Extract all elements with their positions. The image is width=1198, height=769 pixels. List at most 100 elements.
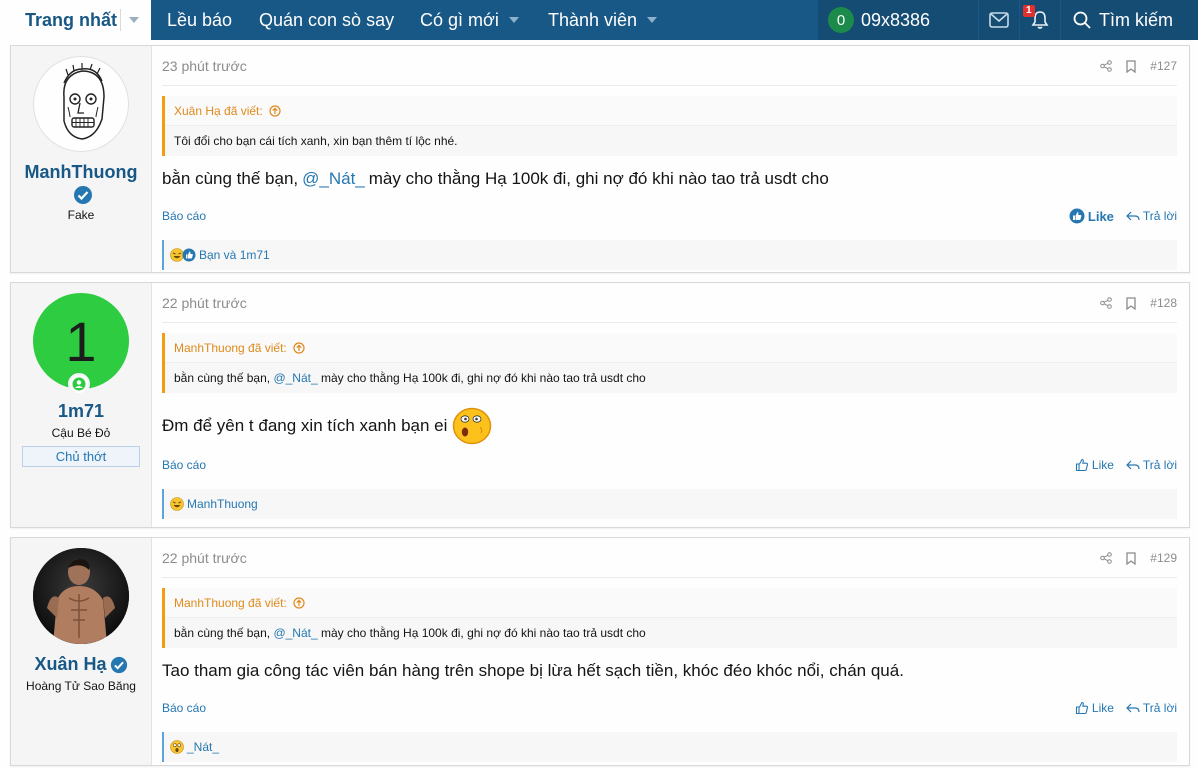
online-status-icon xyxy=(68,373,90,395)
username-link[interactable]: Xuân Hạ xyxy=(34,654,127,675)
alerts-button[interactable]: 1 xyxy=(1020,0,1060,40)
quote-text: Tôi đổi cho bạn cái tích xanh, xin bạn t… xyxy=(174,134,458,148)
profile-photo-image xyxy=(33,548,129,644)
like-label: Like xyxy=(1091,701,1114,715)
post-number[interactable]: #129 xyxy=(1150,551,1177,565)
message-text: Đm để yên t đang xin tích xanh bạn ei xyxy=(162,416,448,435)
report-link[interactable]: Báo cáo xyxy=(162,458,206,472)
nav-item-label: Lều báo xyxy=(167,9,233,30)
post-header-tools: #127 xyxy=(1100,46,1177,86)
post-timestamp[interactable]: 22 phút trước xyxy=(162,550,247,566)
post-user-panel: ManhThuong Fake xyxy=(11,46,152,272)
nav-home-tab[interactable]: Trang nhất xyxy=(0,0,151,40)
account-menu[interactable]: 0 09x8386 xyxy=(818,0,978,40)
reactions-bar[interactable]: ManhThuong xyxy=(162,489,1177,519)
user-title: Fake xyxy=(67,208,95,222)
report-link[interactable]: Báo cáo xyxy=(162,701,206,715)
post-127: ManhThuong Fake 23 phút trước #127 Xuân … xyxy=(10,45,1190,273)
post-message: Đm để yên t đang xin tích xanh bạn ei xyxy=(162,407,1177,445)
reactions-bar[interactable]: Bạn và 1m71 xyxy=(162,240,1177,270)
arrow-up-circle-icon[interactable] xyxy=(269,104,281,117)
reactions-users[interactable]: ManhThuong xyxy=(187,497,258,511)
report-link[interactable]: Báo cáo xyxy=(162,209,206,223)
user-points-badge: 0 xyxy=(828,7,854,33)
quote-author[interactable]: ManhThuong đã viết: xyxy=(165,333,1177,363)
username-link[interactable]: ManhThuong xyxy=(25,162,138,183)
quote-text-part: bằn cùng thế bạn, xyxy=(174,626,271,640)
thumbs-up-icon xyxy=(1075,458,1088,472)
alert-count-badge: 1 xyxy=(1023,5,1035,17)
user-title: Hoàng Tử Sao Băng xyxy=(26,679,136,693)
post-user-panel: 1 1m71 Cậu Bé Đỏ Chủ thớt xyxy=(11,283,152,527)
verified-badge-icon xyxy=(110,656,128,674)
shocked-smiley-icon xyxy=(452,407,492,445)
bookmark-icon[interactable] xyxy=(1126,296,1136,310)
username-link[interactable]: 1m71 xyxy=(58,401,104,422)
nav-item-co-gi-moi[interactable]: Có gì mới xyxy=(420,0,519,40)
post-message: bằn cùng thế bạn, @_Nát_ mày cho thằng H… xyxy=(162,166,1177,192)
avatar-letter: 1 xyxy=(65,309,97,373)
avatar[interactable] xyxy=(33,56,129,152)
post-actions: Báo cáo Like Trả lời xyxy=(162,204,1177,228)
like-label: Like xyxy=(1091,458,1114,472)
quote-author-text: ManhThuong đã viết: xyxy=(174,340,287,355)
reactions-bar[interactable]: _Nát_ xyxy=(162,732,1177,762)
nav-item-label: Quán con sò say xyxy=(259,9,395,30)
chevron-down-icon[interactable] xyxy=(508,17,519,23)
chevron-down-icon[interactable] xyxy=(129,17,139,23)
like-reaction-icon xyxy=(182,248,196,262)
post-header: 22 phút trước #128 xyxy=(162,283,1177,323)
post-actions: Báo cáo Like Trả lời xyxy=(162,453,1177,477)
reply-icon xyxy=(1126,703,1140,713)
post-timestamp[interactable]: 22 phút trước xyxy=(162,295,247,311)
verified-badge-icon xyxy=(73,185,93,205)
quote-author-text: Xuân Hạ đã viết: xyxy=(174,103,263,118)
post-actions: Báo cáo Like Trả lời xyxy=(162,696,1177,720)
reactions-users[interactable]: Bạn và 1m71 xyxy=(199,248,270,262)
share-icon[interactable] xyxy=(1100,297,1113,309)
chevron-down-icon[interactable] xyxy=(647,17,658,23)
bookmark-icon[interactable] xyxy=(1126,551,1136,565)
reply-button[interactable]: Trả lời xyxy=(1126,701,1177,715)
post-user-panel: Xuân Hạ Hoàng Tử Sao Băng xyxy=(11,538,152,765)
reply-button[interactable]: Trả lời xyxy=(1126,458,1177,472)
inbox-button[interactable] xyxy=(979,0,1019,40)
nav-item-leu-bao[interactable]: Lều báo xyxy=(167,0,232,40)
quote-text-part: bằn cùng thế bạn, xyxy=(174,371,271,385)
nav-divider xyxy=(120,9,121,31)
reply-button[interactable]: Trả lời xyxy=(1126,209,1177,223)
quote-text: bằn cùng thế bạn, @_Nát_ mày cho thằng H… xyxy=(165,618,1177,648)
nav-item-label: Thành viên xyxy=(548,9,638,30)
haha-reaction-icon xyxy=(170,497,184,511)
user-mention-link[interactable]: @_Nát_ xyxy=(273,626,317,640)
quote-text-part: mày cho thằng Hạ 100k đi, ghi nợ đó khi … xyxy=(320,626,646,640)
arrow-up-circle-icon[interactable] xyxy=(293,341,305,354)
share-icon[interactable] xyxy=(1100,60,1113,72)
post-number[interactable]: #127 xyxy=(1150,59,1177,73)
nav-item-quan[interactable]: Quán con sò say xyxy=(259,0,394,40)
post-actions-right: Like Trả lời xyxy=(1069,204,1177,228)
message-text: Tao tham gia công tác viên bán hàng trên… xyxy=(162,661,904,680)
post-message: Tao tham gia công tác viên bán hàng trên… xyxy=(162,658,1177,684)
user-title: Cậu Bé Đỏ xyxy=(51,426,111,440)
share-icon[interactable] xyxy=(1100,552,1113,564)
quote-text-part: mày cho thằng Hạ 100k đi, ghi nợ đó khi … xyxy=(320,371,646,385)
arrow-up-circle-icon[interactable] xyxy=(293,596,305,609)
post-actions-right: Like Trả lời xyxy=(1075,696,1177,720)
post-timestamp[interactable]: 23 phút trước xyxy=(162,58,247,74)
reactions-users[interactable]: _Nát_ xyxy=(187,740,219,754)
bookmark-icon[interactable] xyxy=(1126,59,1136,73)
like-button[interactable]: Like xyxy=(1075,701,1114,715)
user-mention-link[interactable]: @_Nát_ xyxy=(302,166,365,192)
quote-author[interactable]: ManhThuong đã viết: xyxy=(165,588,1177,618)
quote-author[interactable]: Xuân Hạ đã viết: xyxy=(165,96,1177,126)
like-button[interactable]: Like xyxy=(1075,458,1114,472)
nav-item-thanh-vien[interactable]: Thành viên xyxy=(548,0,658,40)
post-number[interactable]: #128 xyxy=(1150,296,1177,310)
avatar[interactable] xyxy=(33,548,129,644)
message-text: bằn cùng thế bạn, xyxy=(162,169,299,188)
user-mention-link[interactable]: @_Nát_ xyxy=(273,371,317,385)
search-button[interactable]: Tìm kiếm xyxy=(1061,0,1198,40)
quote-block: ManhThuong đã viết: bằn cùng thế bạn, @_… xyxy=(162,588,1177,648)
like-button[interactable]: Like xyxy=(1069,208,1114,224)
